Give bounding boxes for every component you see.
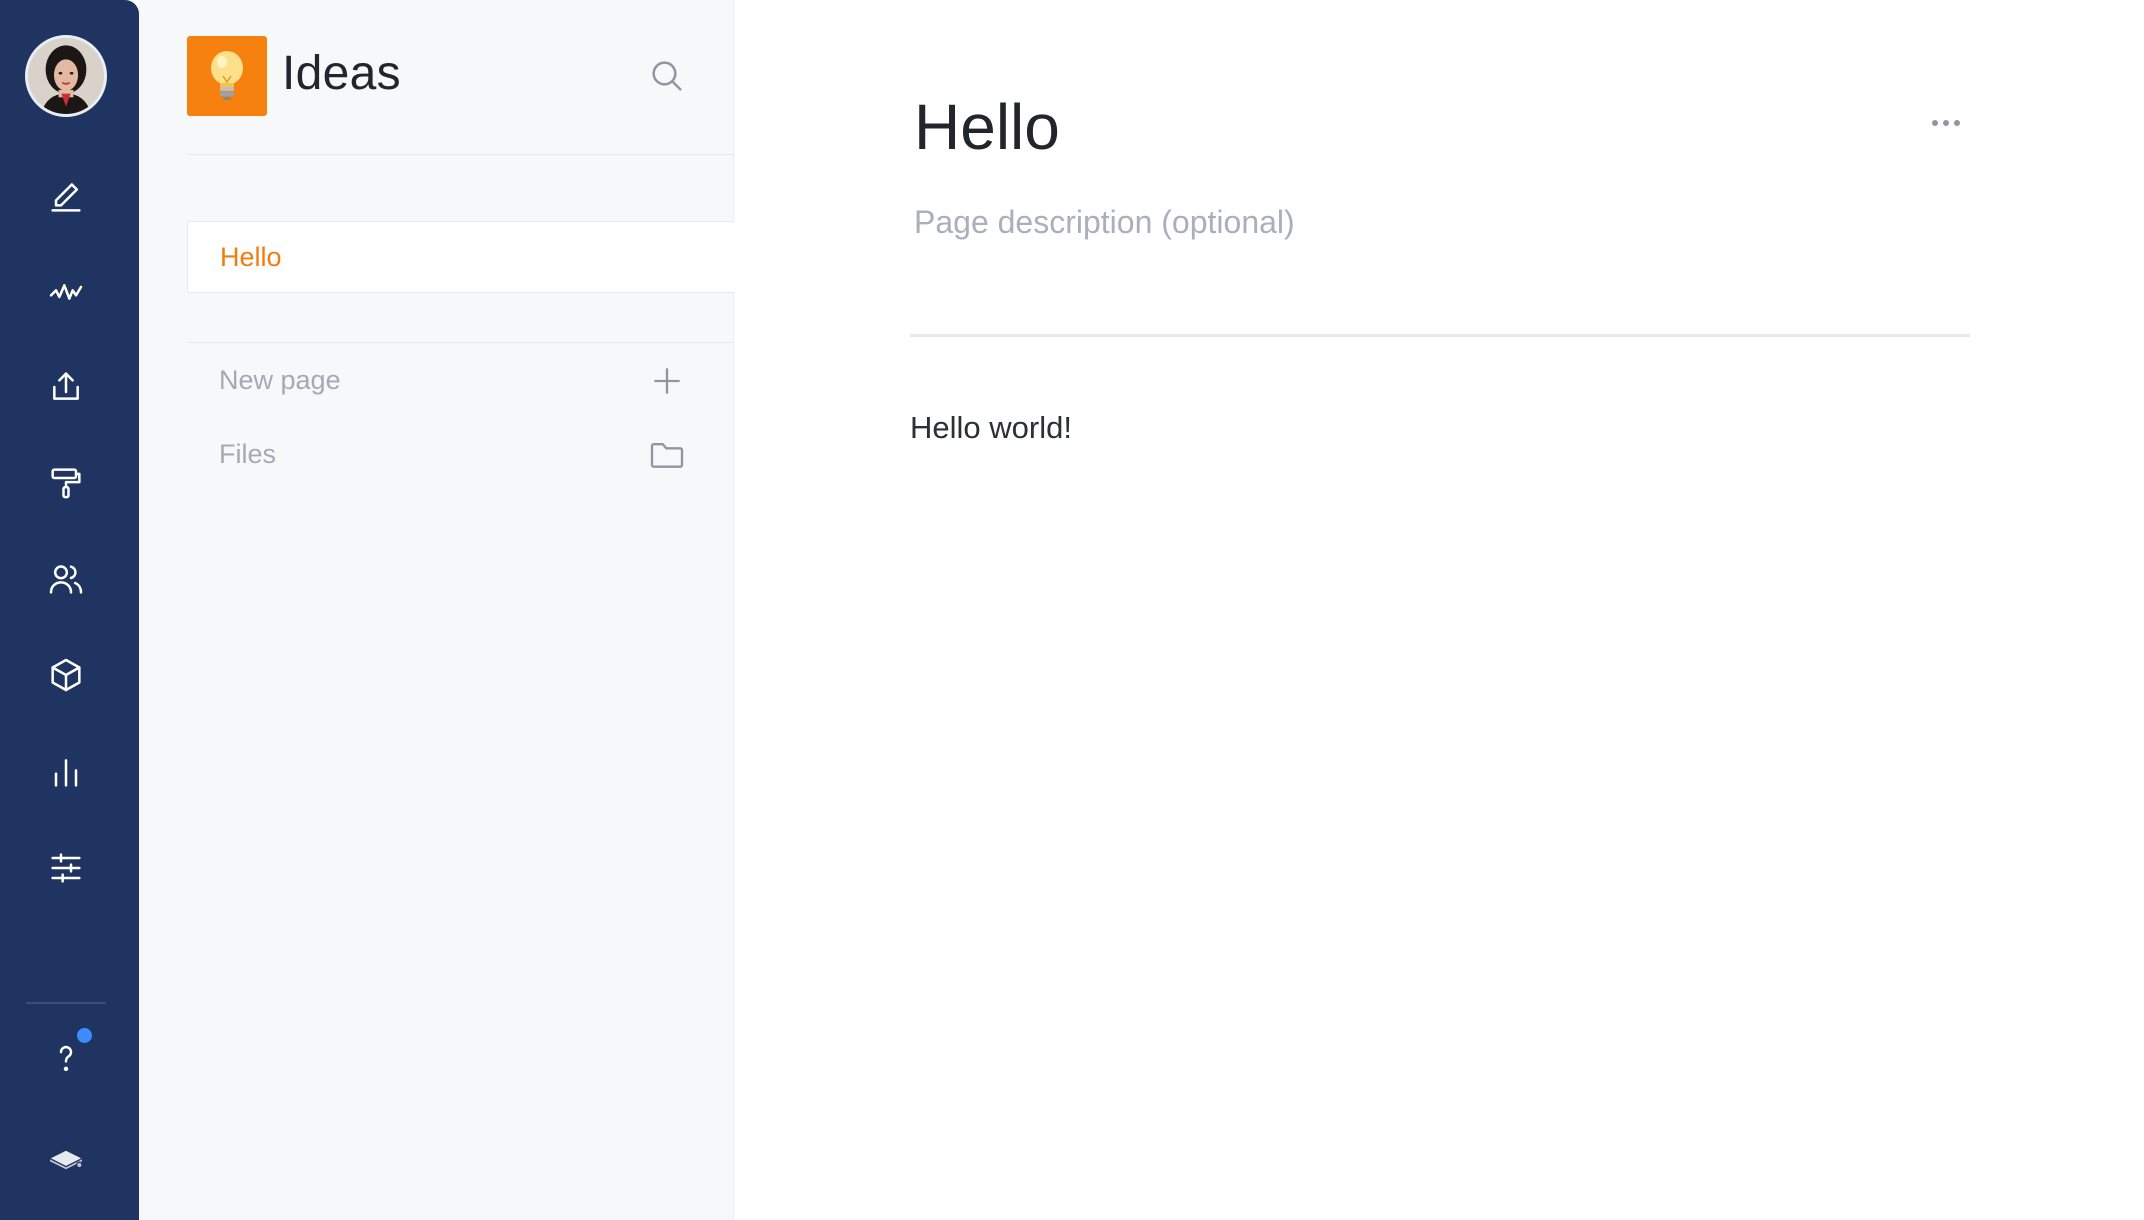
cube-icon [51,658,81,692]
page-body-text[interactable]: Hello world! [910,410,1970,446]
space-logo [187,36,267,116]
avatar[interactable] [25,35,107,117]
app-window: Ideas Hello New page Files Hello Page de… [0,0,2144,1220]
files-label: Files [219,439,277,469]
more-horizontal-icon [1943,120,1949,126]
nav-apps-button[interactable] [30,639,102,711]
new-page-button[interactable]: New page [187,353,687,409]
search-icon [652,61,682,91]
lightbulb-icon [211,51,243,100]
notification-dot [77,1028,92,1043]
users-icon [49,565,83,594]
help-button[interactable] [30,1022,102,1094]
nav-upload-button[interactable] [30,351,102,423]
sliders-icon [51,853,81,883]
page-editor: Hello Hello world! [734,0,2144,1220]
edit-icon [51,183,81,212]
search-button[interactable] [647,56,687,96]
layers-icon [48,1149,84,1171]
upload-icon [53,372,79,400]
content-divider [910,334,1970,337]
sidebar-divider [187,342,734,343]
more-options-button[interactable] [1920,108,1972,138]
workspace-switcher-button[interactable] [30,1124,102,1196]
page-title[interactable]: Hello [914,90,1060,164]
nav-activity-button[interactable] [30,256,102,328]
more-horizontal-icon [1954,120,1960,126]
nav-analytics-button[interactable] [30,736,102,808]
folder-icon [650,443,684,468]
pages-sidebar: Ideas Hello New page Files [139,0,735,1220]
page-item-label: Hello [220,242,282,272]
page-description-input[interactable] [914,204,1814,241]
nav-settings-button[interactable] [30,832,102,904]
main-nav-rail [0,0,139,1220]
page-item-hello[interactable]: Hello [187,221,735,293]
paint-roller-icon [51,468,81,499]
activity-icon [49,284,83,300]
nav-edit-button[interactable] [30,161,102,233]
files-button[interactable]: Files [187,427,687,483]
new-page-label: New page [219,365,341,395]
rail-divider [26,1002,106,1004]
more-horizontal-icon [1932,120,1938,126]
nav-design-button[interactable] [30,447,102,519]
plus-icon [654,368,680,394]
bar-chart-icon [54,759,78,787]
space-title: Ideas [282,47,401,100]
nav-users-button[interactable] [30,543,102,615]
help-icon [59,1045,73,1072]
sidebar-divider [187,154,734,155]
